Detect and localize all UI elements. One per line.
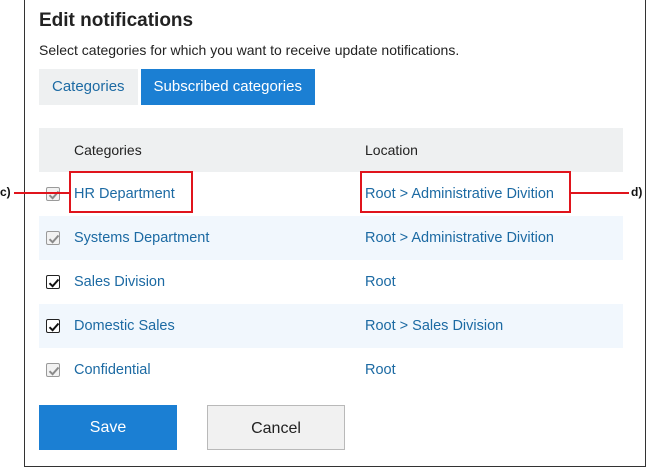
location-link[interactable]: Root > Administrative Divition (365, 216, 554, 260)
checkmark-icon (48, 278, 60, 288)
checkbox[interactable] (46, 319, 60, 333)
header-categories: Categories (74, 142, 142, 158)
dialog-description: Select categories for which you want to … (39, 42, 460, 58)
checkmark-icon (48, 190, 60, 200)
location-link[interactable]: Root > Sales Division (365, 304, 503, 348)
dialog-title: Edit notifications (39, 10, 194, 31)
checkmark-icon (48, 366, 60, 376)
table-row: Systems Department Root > Administrative… (39, 216, 623, 260)
category-link[interactable]: Systems Department (74, 216, 209, 260)
header-location: Location (365, 142, 418, 158)
location-link[interactable]: Root > Administrative Divition (365, 172, 554, 216)
checkbox[interactable] (46, 363, 60, 377)
checkbox[interactable] (46, 275, 60, 289)
table-header: Categories Location (39, 128, 623, 172)
category-link[interactable]: Sales Division (74, 260, 165, 304)
location-link[interactable]: Root (365, 348, 396, 392)
table-row: HR Department Root > Administrative Divi… (39, 172, 623, 216)
checkbox[interactable] (46, 231, 60, 245)
tab-subscribed-categories[interactable]: Subscribed categories (140, 69, 315, 105)
category-link[interactable]: Domestic Sales (74, 304, 175, 348)
tab-bar: Categories Subscribed categories (39, 69, 315, 105)
table-row: Sales Division Root (39, 260, 623, 304)
callout-line-c (14, 192, 69, 194)
location-link[interactable]: Root (365, 260, 396, 304)
category-link[interactable]: HR Department (74, 172, 175, 216)
checkmark-icon (48, 234, 60, 244)
callout-line-d (571, 192, 629, 194)
callout-label-c: c) (0, 185, 11, 199)
save-button[interactable]: Save (39, 405, 177, 450)
callout-label-d: d) (631, 185, 643, 199)
cancel-button[interactable]: Cancel (207, 405, 345, 450)
tab-categories[interactable]: Categories (39, 69, 138, 105)
categories-table: Categories Location HR Department Root >… (39, 128, 623, 392)
checkmark-icon (48, 322, 60, 332)
checkbox[interactable] (46, 187, 60, 201)
category-link[interactable]: Confidential (74, 348, 151, 392)
table-row: Confidential Root (39, 348, 623, 392)
table-row: Domestic Sales Root > Sales Division (39, 304, 623, 348)
